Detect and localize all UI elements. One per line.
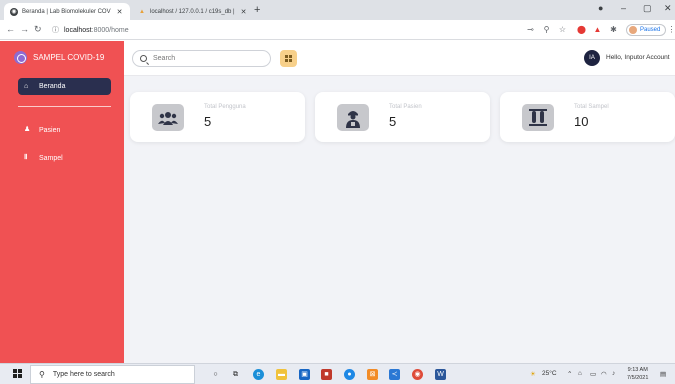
home-icon: ⌂: [24, 82, 29, 90]
close-icon[interactable]: ✕: [117, 8, 123, 16]
brand[interactable]: SAMPEL COVID-19: [14, 51, 104, 64]
main-content: Search IA Hello, Inputor Account Total P…: [124, 41, 675, 363]
forward-arrow-icon[interactable]: →: [20, 24, 29, 34]
windows-start-icon[interactable]: [13, 369, 22, 378]
browser-tab-phpmyadmin[interactable]: ▲ localhost / 127.0.0.1 / c19s_db | ✕: [132, 3, 250, 20]
sidebar-item-sampel[interactable]: Ⅱ Sampel: [24, 154, 63, 162]
patient-icon: [337, 104, 369, 131]
vscode-icon[interactable]: ≺: [389, 369, 400, 380]
profile-circle-icon[interactable]: ●: [598, 3, 603, 13]
stat-card-pasien: Total Pasien 5: [315, 92, 490, 142]
volume-icon[interactable]: ♪: [612, 370, 615, 377]
sidebar-item-beranda[interactable]: ⌂ Beranda: [18, 78, 111, 95]
stat-label: Total Pasien: [389, 104, 422, 110]
globe-icon: ◉: [10, 7, 18, 16]
stat-value: 5: [389, 114, 397, 129]
reload-icon[interactable]: ↻: [34, 24, 42, 35]
lock-extension-icon[interactable]: ▲: [593, 25, 602, 34]
profile-paused-button[interactable]: Paused: [626, 24, 667, 36]
notifications-icon[interactable]: ▤: [660, 370, 666, 378]
windows-taskbar: ⚲ Type here to search ○ ⧉ e ▬ ▣ ■ ● ⊠ ≺ …: [0, 363, 675, 384]
sidebar: SAMPEL COVID-19 ⌂ Beranda ♟ Pasien Ⅱ Sam…: [0, 41, 124, 363]
sidebar-item-label: Pasien: [39, 126, 61, 134]
task-view-icon[interactable]: ⧉: [230, 369, 241, 380]
apps-grid-button[interactable]: [280, 50, 297, 67]
search-placeholder: Search: [153, 55, 176, 62]
stat-card-pengguna: Total Pengguna 5: [130, 92, 305, 142]
stat-label: Total Sampel: [574, 104, 609, 110]
battery-icon[interactable]: ▭: [590, 370, 596, 378]
sidebar-item-label: Beranda: [39, 83, 66, 90]
zoom-icon[interactable]: ⚲: [542, 25, 551, 34]
grid-icon: [285, 55, 292, 62]
test-tubes-icon: [522, 104, 554, 131]
user-greeting[interactable]: Hello, Inputor Account: [606, 54, 670, 61]
extensions-puzzle-icon[interactable]: ✱: [609, 25, 618, 34]
user-icon: ♟: [24, 126, 31, 133]
search-icon: ⚲: [39, 370, 45, 379]
url-path: :8000/home: [91, 26, 129, 34]
stat-value: 10: [574, 114, 589, 129]
search-input[interactable]: Search: [132, 50, 271, 67]
back-arrow-icon[interactable]: ←: [6, 24, 15, 34]
chrome-icon[interactable]: ◉: [412, 369, 423, 380]
phpmyadmin-icon: ▲: [139, 8, 145, 15]
browser-tab-beranda[interactable]: ◉ Beranda | Lab Biomolekuler COV ✕: [4, 3, 130, 20]
app-red-icon[interactable]: ■: [321, 369, 332, 380]
cortana-icon[interactable]: ○: [210, 369, 221, 380]
users-icon: [152, 104, 184, 131]
file-explorer-icon[interactable]: ▬: [276, 369, 287, 380]
temperature-text[interactable]: 25°C: [542, 370, 557, 377]
clock-date: 7/5/2021: [627, 375, 649, 381]
url-host: localhost: [64, 26, 92, 34]
clock-time: 9:13 AM: [627, 367, 648, 373]
maximize-icon[interactable]: ▢: [643, 3, 652, 14]
stat-label: Total Pengguna: [204, 104, 246, 110]
browser-tab-title: localhost / 127.0.0.1 / c19s_db |: [150, 8, 235, 15]
tray-chevron-up-icon[interactable]: ⌃: [567, 370, 572, 378]
browser-toolbar: ← → ↻ ⓘ localhost :8000/home ⊸ ⚲ ☆ ⬤ ▲ ✱…: [0, 20, 675, 40]
sidebar-item-label: Sampel: [39, 154, 63, 162]
search-icon: [140, 55, 147, 62]
adblock-icon[interactable]: ⬤: [577, 25, 586, 34]
weather-icon[interactable]: ☀: [530, 370, 536, 378]
key-icon[interactable]: ⊸: [526, 25, 535, 34]
stat-card-sampel: Total Sampel 10: [500, 92, 675, 142]
address-bar[interactable]: ⓘ localhost :8000/home: [52, 23, 522, 37]
network-icon[interactable]: ⌂: [578, 370, 582, 377]
virus-logo-icon: [14, 51, 27, 64]
new-tab-button[interactable]: +: [254, 4, 260, 16]
browser-tab-title: Beranda | Lab Biomolekuler COV: [22, 8, 111, 15]
star-icon[interactable]: ☆: [558, 25, 567, 34]
stat-value: 5: [204, 114, 212, 129]
edge-icon[interactable]: e: [253, 369, 264, 380]
store-icon[interactable]: ▣: [299, 369, 310, 380]
close-window-icon[interactable]: ✕: [664, 3, 672, 14]
info-icon[interactable]: ⓘ: [52, 25, 59, 35]
brand-title: SAMPEL COVID-19: [33, 53, 105, 62]
sidebar-divider: [18, 106, 111, 107]
test-tubes-icon: Ⅱ: [24, 154, 28, 161]
menu-dots-icon[interactable]: ⋮: [667, 25, 675, 34]
taskbar-search-placeholder: Type here to search: [52, 371, 115, 378]
taskbar-clock[interactable]: 9:13 AM 7/5/2021: [627, 366, 648, 382]
top-navbar: Search IA Hello, Inputor Account: [124, 41, 675, 76]
sidebar-item-pasien[interactable]: ♟ Pasien: [24, 126, 60, 134]
avatar[interactable]: IA: [584, 50, 600, 66]
browser-tab-strip: ◉ Beranda | Lab Biomolekuler COV ✕ ▲ loc…: [0, 0, 675, 20]
wifi-icon[interactable]: ◠: [601, 370, 607, 378]
word-icon[interactable]: W: [435, 369, 446, 380]
taskbar-search-input[interactable]: ⚲ Type here to search: [30, 365, 195, 384]
close-icon[interactable]: ✕: [241, 8, 247, 16]
minimize-icon[interactable]: –: [621, 3, 626, 13]
profile-avatar-icon: [629, 26, 637, 34]
app-blue-icon[interactable]: ●: [344, 369, 355, 380]
xampp-icon[interactable]: ⊠: [367, 369, 378, 380]
paused-label: Paused: [640, 27, 661, 33]
